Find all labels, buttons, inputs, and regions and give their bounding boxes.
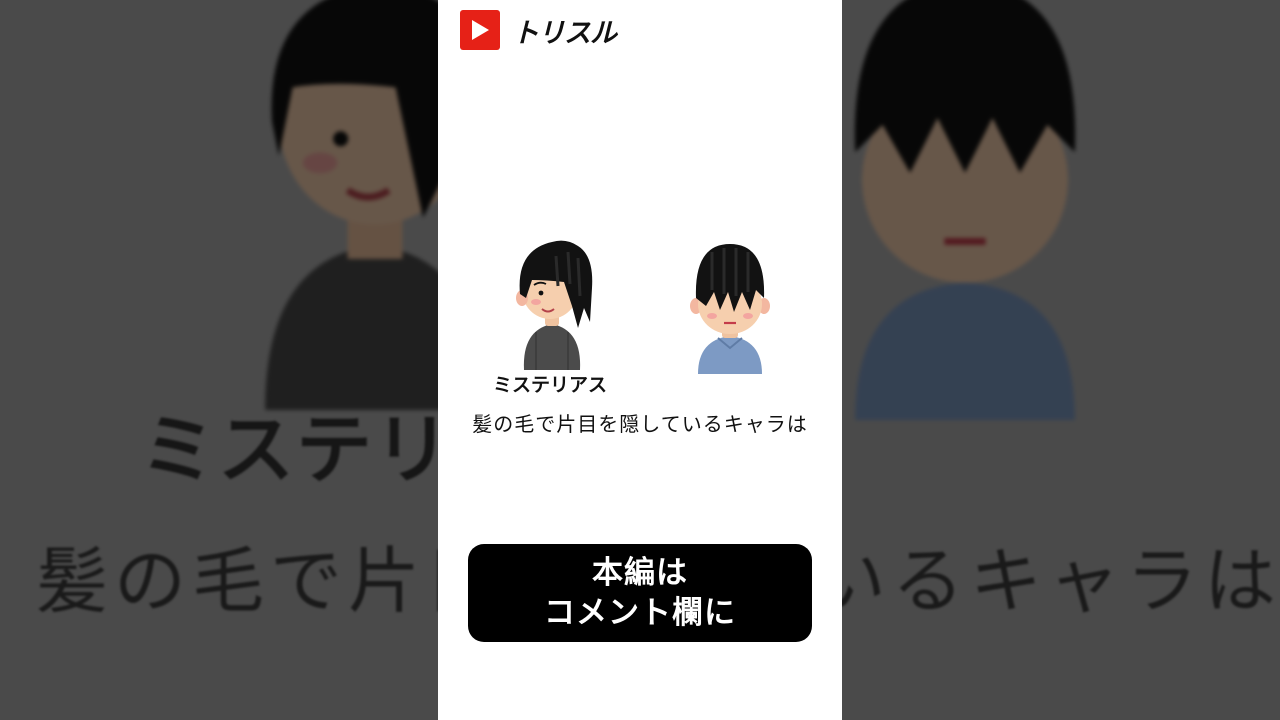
video-frame: トリスル ミステリアス 髪の毛で片目を隠しているキャラは 本編は コメント欄に [438,0,842,720]
cta-line-2: コメント欄に [544,595,736,631]
character-caption: ミステリアス [492,374,607,396]
channel-name: トリスル [512,17,617,49]
backdrop-character-right [854,0,1076,420]
hidden-eyes-character [690,244,770,374]
video-stage: ミステリアス 髪の毛で片目を隠しているキャラは トリスル [0,0,1280,720]
cta-banner: 本編は コメント欄に [468,544,812,642]
mysterious-character [516,240,593,370]
question-text: 髪の毛で片目を隠しているキャラは [472,412,808,436]
channel-brand[interactable]: トリスル [460,10,617,50]
cta-line-1: 本編は [592,555,688,591]
play-icon [460,10,500,50]
